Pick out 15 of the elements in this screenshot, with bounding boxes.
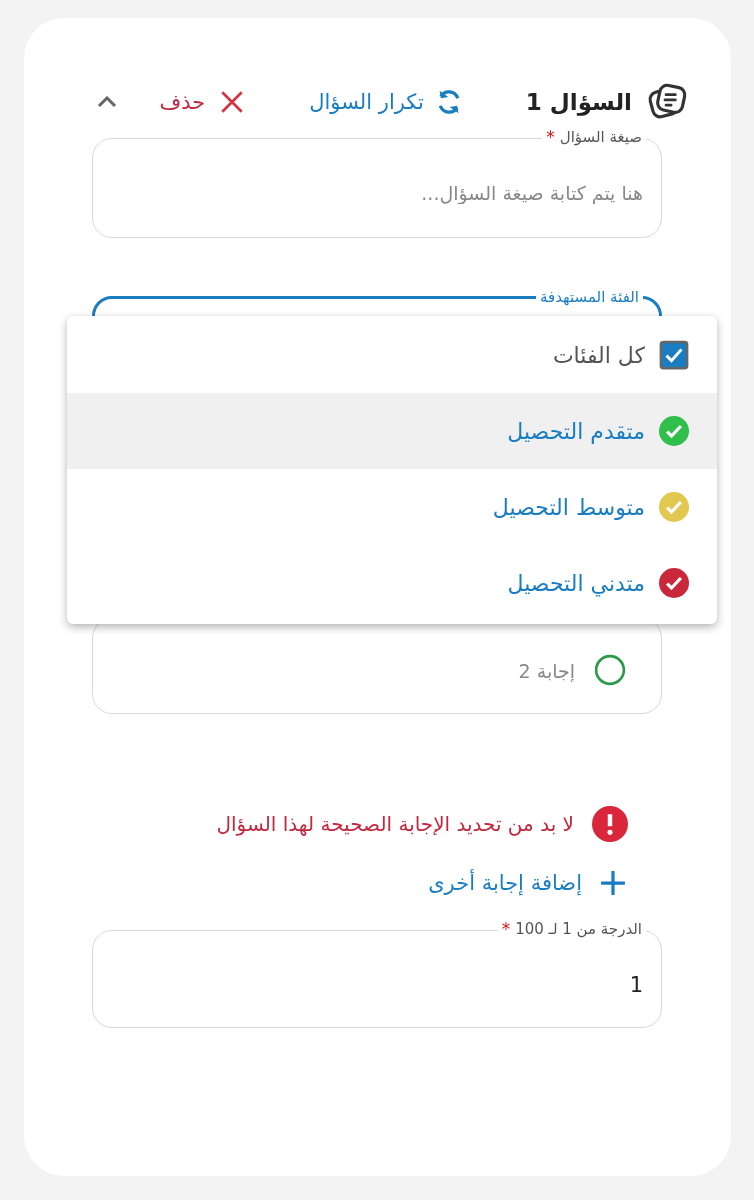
delete-button[interactable]: حذف <box>159 89 246 115</box>
dropdown-option[interactable]: متدني التحصيل <box>67 545 717 621</box>
error-message: لا بد من تحديد الإجابة الصحيحة لهذا السؤال <box>216 812 574 836</box>
question-title: السؤال 1 <box>525 89 632 115</box>
dropdown-option[interactable]: متقدم التحصيل <box>67 393 717 469</box>
checkbox[interactable] <box>659 340 689 370</box>
dropdown-option[interactable]: كل الفئات <box>67 317 717 393</box>
plus-icon <box>600 870 626 896</box>
field-label: الفئة المستهدفة <box>540 288 639 306</box>
add-answer-button[interactable]: إضافة إجابة أخرى <box>428 870 626 896</box>
error-icon <box>592 806 628 842</box>
dropdown-option[interactable]: متوسط التحصيل <box>67 469 717 545</box>
chevron-up-icon <box>97 96 118 108</box>
radio-button[interactable] <box>594 654 626 686</box>
repeat-question-button[interactable]: تكرار السؤال <box>309 87 464 117</box>
